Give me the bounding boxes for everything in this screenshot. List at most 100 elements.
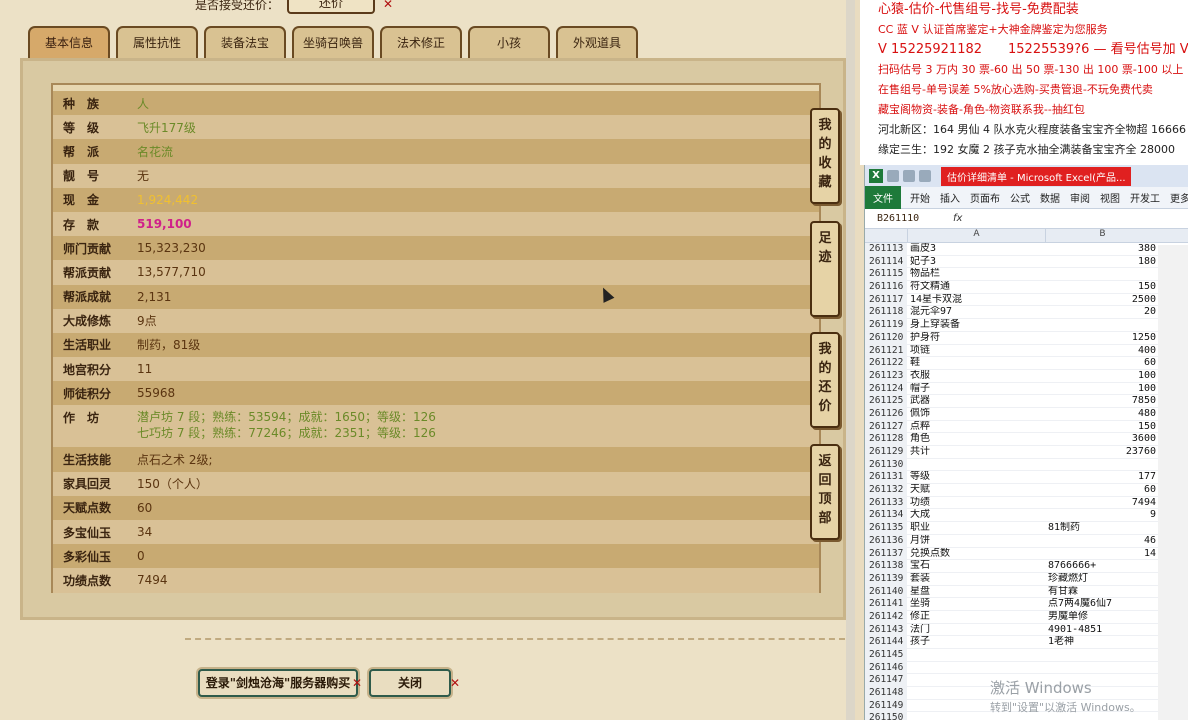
row-number[interactable]: 261138 (865, 560, 907, 572)
cell-b[interactable]: 100 (1045, 370, 1159, 382)
cell-b[interactable]: 8766666+ (1045, 560, 1159, 572)
tab-appearance[interactable]: 外观道具 (556, 26, 638, 58)
cell-b[interactable] (1045, 459, 1159, 471)
counter-offer-button[interactable]: 还价 (287, 0, 376, 14)
fx-icon[interactable]: fx (949, 213, 962, 224)
cell-b[interactable]: 3600 (1045, 433, 1159, 445)
cell-a[interactable]: 修正 (907, 611, 1045, 623)
row-number[interactable]: 261124 (865, 382, 907, 395)
cell-a[interactable]: 14星卡双混 (907, 294, 1045, 306)
corner-cell[interactable] (865, 229, 907, 242)
my-counter-offers-button[interactable]: 我的还价 (810, 332, 840, 428)
cell-a[interactable]: 法门 (907, 624, 1045, 636)
cell-a[interactable]: 等级 (907, 471, 1045, 483)
cell-a[interactable]: 角色 (907, 433, 1045, 445)
cell-b[interactable]: 珍藏燃灯 (1045, 573, 1159, 585)
row-number[interactable]: 261130 (865, 458, 907, 471)
cell-b[interactable] (1045, 662, 1159, 674)
row-number[interactable]: 261117 (865, 293, 907, 306)
column-header-b[interactable]: B (1045, 229, 1159, 242)
cell-b[interactable] (1045, 319, 1159, 331)
cell-a[interactable]: 职业 (907, 522, 1045, 534)
save-icon[interactable] (887, 170, 899, 182)
row-number[interactable]: 261134 (865, 509, 907, 522)
cell-b[interactable]: 2500 (1045, 294, 1159, 306)
row-number[interactable]: 261114 (865, 255, 907, 268)
cell-a[interactable]: 月饼 (907, 535, 1045, 547)
ribbon-tab-formulas[interactable]: 公式 (1005, 190, 1035, 205)
cell-b[interactable]: 有甘霖 (1045, 586, 1159, 598)
cell-b[interactable]: 380 (1045, 243, 1159, 255)
row-number[interactable]: 261133 (865, 496, 907, 509)
ribbon-tab-page-layout[interactable]: 页面布 (965, 190, 1005, 205)
cell-b[interactable]: 男魔单修 (1045, 611, 1159, 623)
cell-b[interactable]: 20 (1045, 306, 1159, 318)
cell-b[interactable]: 1老神 (1045, 636, 1159, 648)
ribbon-tab-insert[interactable]: 插入 (935, 190, 965, 205)
cell-b[interactable]: 180 (1045, 256, 1159, 268)
row-number[interactable]: 261142 (865, 610, 907, 623)
cell-a[interactable]: 画皮3 (907, 243, 1045, 255)
cell-a[interactable]: 符文精通 (907, 281, 1045, 293)
row-number[interactable]: 261120 (865, 331, 907, 344)
row-number[interactable]: 261132 (865, 484, 907, 496)
row-number[interactable]: 261126 (865, 407, 907, 420)
cell-b[interactable]: 150 (1045, 421, 1159, 433)
cell-a[interactable]: 套装 (907, 573, 1045, 585)
tab-mounts-pets[interactable]: 坐骑召唤兽 (292, 26, 374, 58)
cell-a[interactable] (907, 662, 1045, 674)
cell-a[interactable]: 坐骑 (907, 598, 1045, 610)
cell-a[interactable]: 点粹 (907, 421, 1045, 433)
cell-a[interactable]: 天赋 (907, 484, 1045, 496)
ribbon-tab-review[interactable]: 审阅 (1065, 190, 1095, 205)
cell-b[interactable] (1045, 649, 1159, 661)
row-number[interactable]: 261129 (865, 446, 907, 458)
row-number[interactable]: 261131 (865, 471, 907, 484)
footprint-button[interactable]: 足迹 (810, 221, 840, 317)
ribbon-tab-view[interactable]: 视图 (1095, 190, 1125, 205)
tab-children[interactable]: 小孩 (468, 26, 550, 58)
cell-a[interactable]: 物品栏 (907, 268, 1045, 280)
cell-b[interactable]: 7494 (1045, 497, 1159, 509)
row-number[interactable]: 261116 (865, 281, 907, 293)
cell-b[interactable]: 81制药 (1045, 522, 1159, 534)
close-button[interactable]: 关闭 (369, 669, 451, 697)
cell-b[interactable]: 480 (1045, 408, 1159, 420)
redo-icon[interactable] (919, 170, 931, 182)
ribbon-tab-data[interactable]: 数据 (1035, 190, 1065, 205)
cell-a[interactable]: 鞋 (907, 357, 1045, 369)
tab-spell-correction[interactable]: 法术修正 (380, 26, 462, 58)
cell-b[interactable]: 60 (1045, 484, 1159, 496)
row-number[interactable]: 261147 (865, 674, 907, 687)
row-number[interactable]: 261119 (865, 319, 907, 331)
cell-b[interactable]: 60 (1045, 357, 1159, 369)
tab-equipment[interactable]: 装备法宝 (204, 26, 286, 58)
cell-b[interactable]: 14 (1045, 548, 1159, 560)
cell-a[interactable]: 兑换点数 (907, 548, 1045, 560)
undo-icon[interactable] (903, 170, 915, 182)
tab-attributes[interactable]: 属性抗性 (116, 26, 198, 58)
cell-b[interactable]: 177 (1045, 471, 1159, 483)
cell-a[interactable]: 衣服 (907, 370, 1045, 382)
cell-a[interactable]: 孩子 (907, 636, 1045, 648)
cell-a[interactable]: 宝石 (907, 560, 1045, 572)
row-number[interactable]: 261136 (865, 534, 907, 547)
cell-a[interactable]: 护身符 (907, 332, 1045, 344)
row-number[interactable]: 261135 (865, 522, 907, 534)
ribbon-tab-file[interactable]: 文件 (865, 186, 901, 209)
cell-b[interactable]: 46 (1045, 535, 1159, 547)
sheet-scrollbar[interactable] (1158, 245, 1188, 720)
row-number[interactable]: 261113 (865, 243, 907, 255)
cell-b[interactable]: 7850 (1045, 395, 1159, 407)
row-number[interactable]: 261144 (865, 636, 907, 648)
cell-a[interactable]: 妃子3 (907, 256, 1045, 268)
row-number[interactable]: 261145 (865, 649, 907, 661)
cell-a[interactable]: 项链 (907, 345, 1045, 357)
cell-a[interactable]: 混元伞97 (907, 306, 1045, 318)
row-number[interactable]: 261118 (865, 306, 907, 319)
cell-a[interactable]: 共计 (907, 446, 1045, 458)
cell-b[interactable]: 点7两4魔6仙7 (1045, 598, 1159, 610)
cell-a[interactable]: 大成 (907, 509, 1045, 521)
cell-b[interactable]: 9 (1045, 509, 1159, 521)
row-number[interactable]: 261146 (865, 661, 907, 674)
